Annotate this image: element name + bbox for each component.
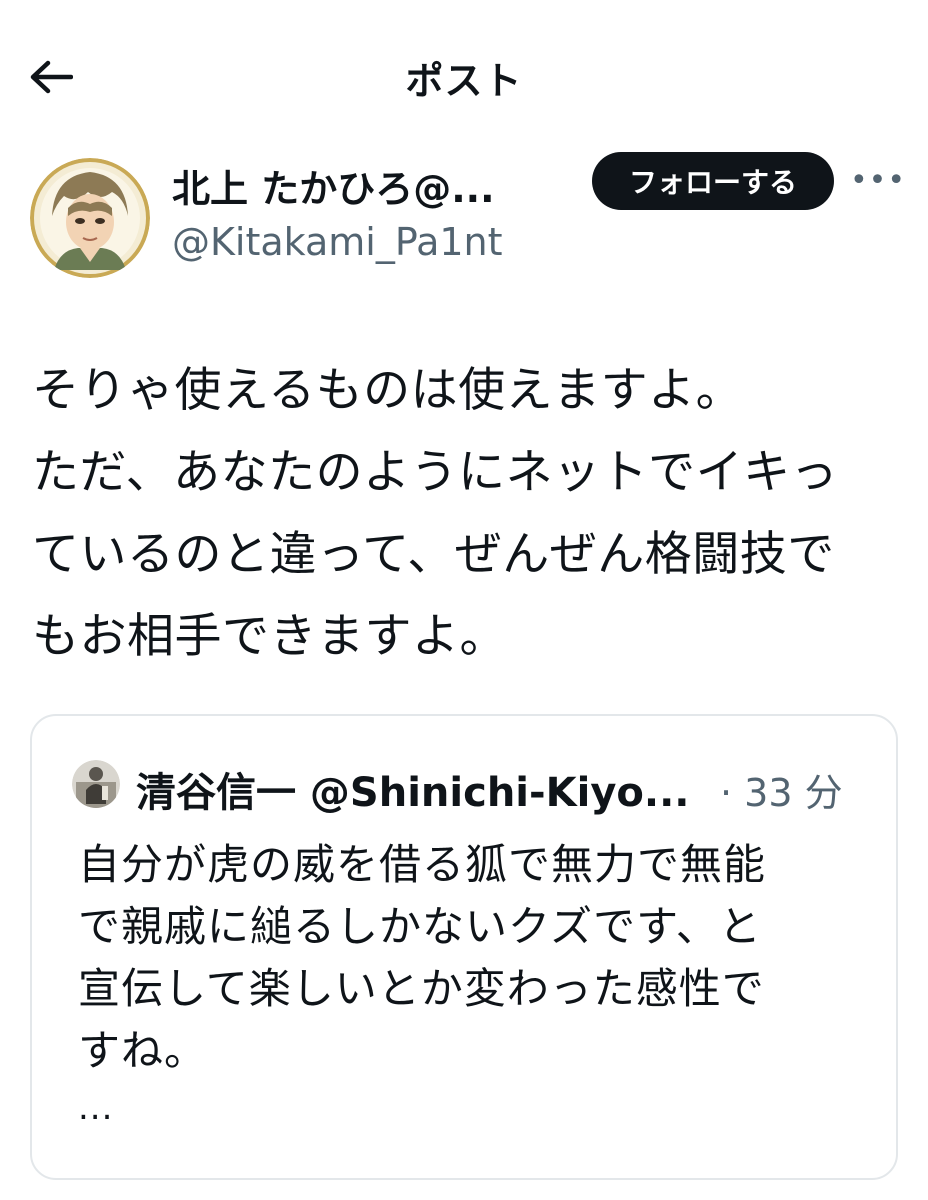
more-options-button[interactable]: ••• — [850, 160, 905, 200]
more-icon: ••• — [849, 162, 907, 198]
post-detail-page: ポスト 北上 たかひろ@... @Kitakami_Pa1nt フォローする •… — [0, 0, 928, 1200]
statue-avatar-icon — [72, 760, 120, 808]
author-name[interactable]: 北上 たかひろ@... — [172, 158, 552, 213]
author-handle[interactable]: @Kitakami_Pa1nt — [172, 220, 503, 264]
quote-text: 自分が虎の威を借る狐で無力で無能 で親戚に縋るしかないクズです、と 宣伝して楽し… — [78, 840, 767, 1075]
quote-author-name: 清谷信一 @Shinichi-Kiyo... — [136, 770, 690, 816]
page-title: ポスト — [405, 59, 523, 103]
post-text: そりゃ使えるものは使えますよ。 ただ、あなたのようにネットでイキっ ているのと違… — [32, 363, 839, 664]
quote-author-avatar — [72, 760, 120, 808]
quote-timestamp: · 33 分 — [720, 771, 843, 815]
follow-button[interactable]: フォローする — [592, 152, 834, 210]
author-avatar[interactable] — [30, 158, 150, 278]
quoted-post-card[interactable]: 清谷信一 @Shinichi-Kiyo... · 33 分 自分が虎の威を借る狐… — [30, 714, 898, 1180]
quote-truncation: ... — [78, 1088, 114, 1128]
avatar-icon — [30, 158, 150, 278]
